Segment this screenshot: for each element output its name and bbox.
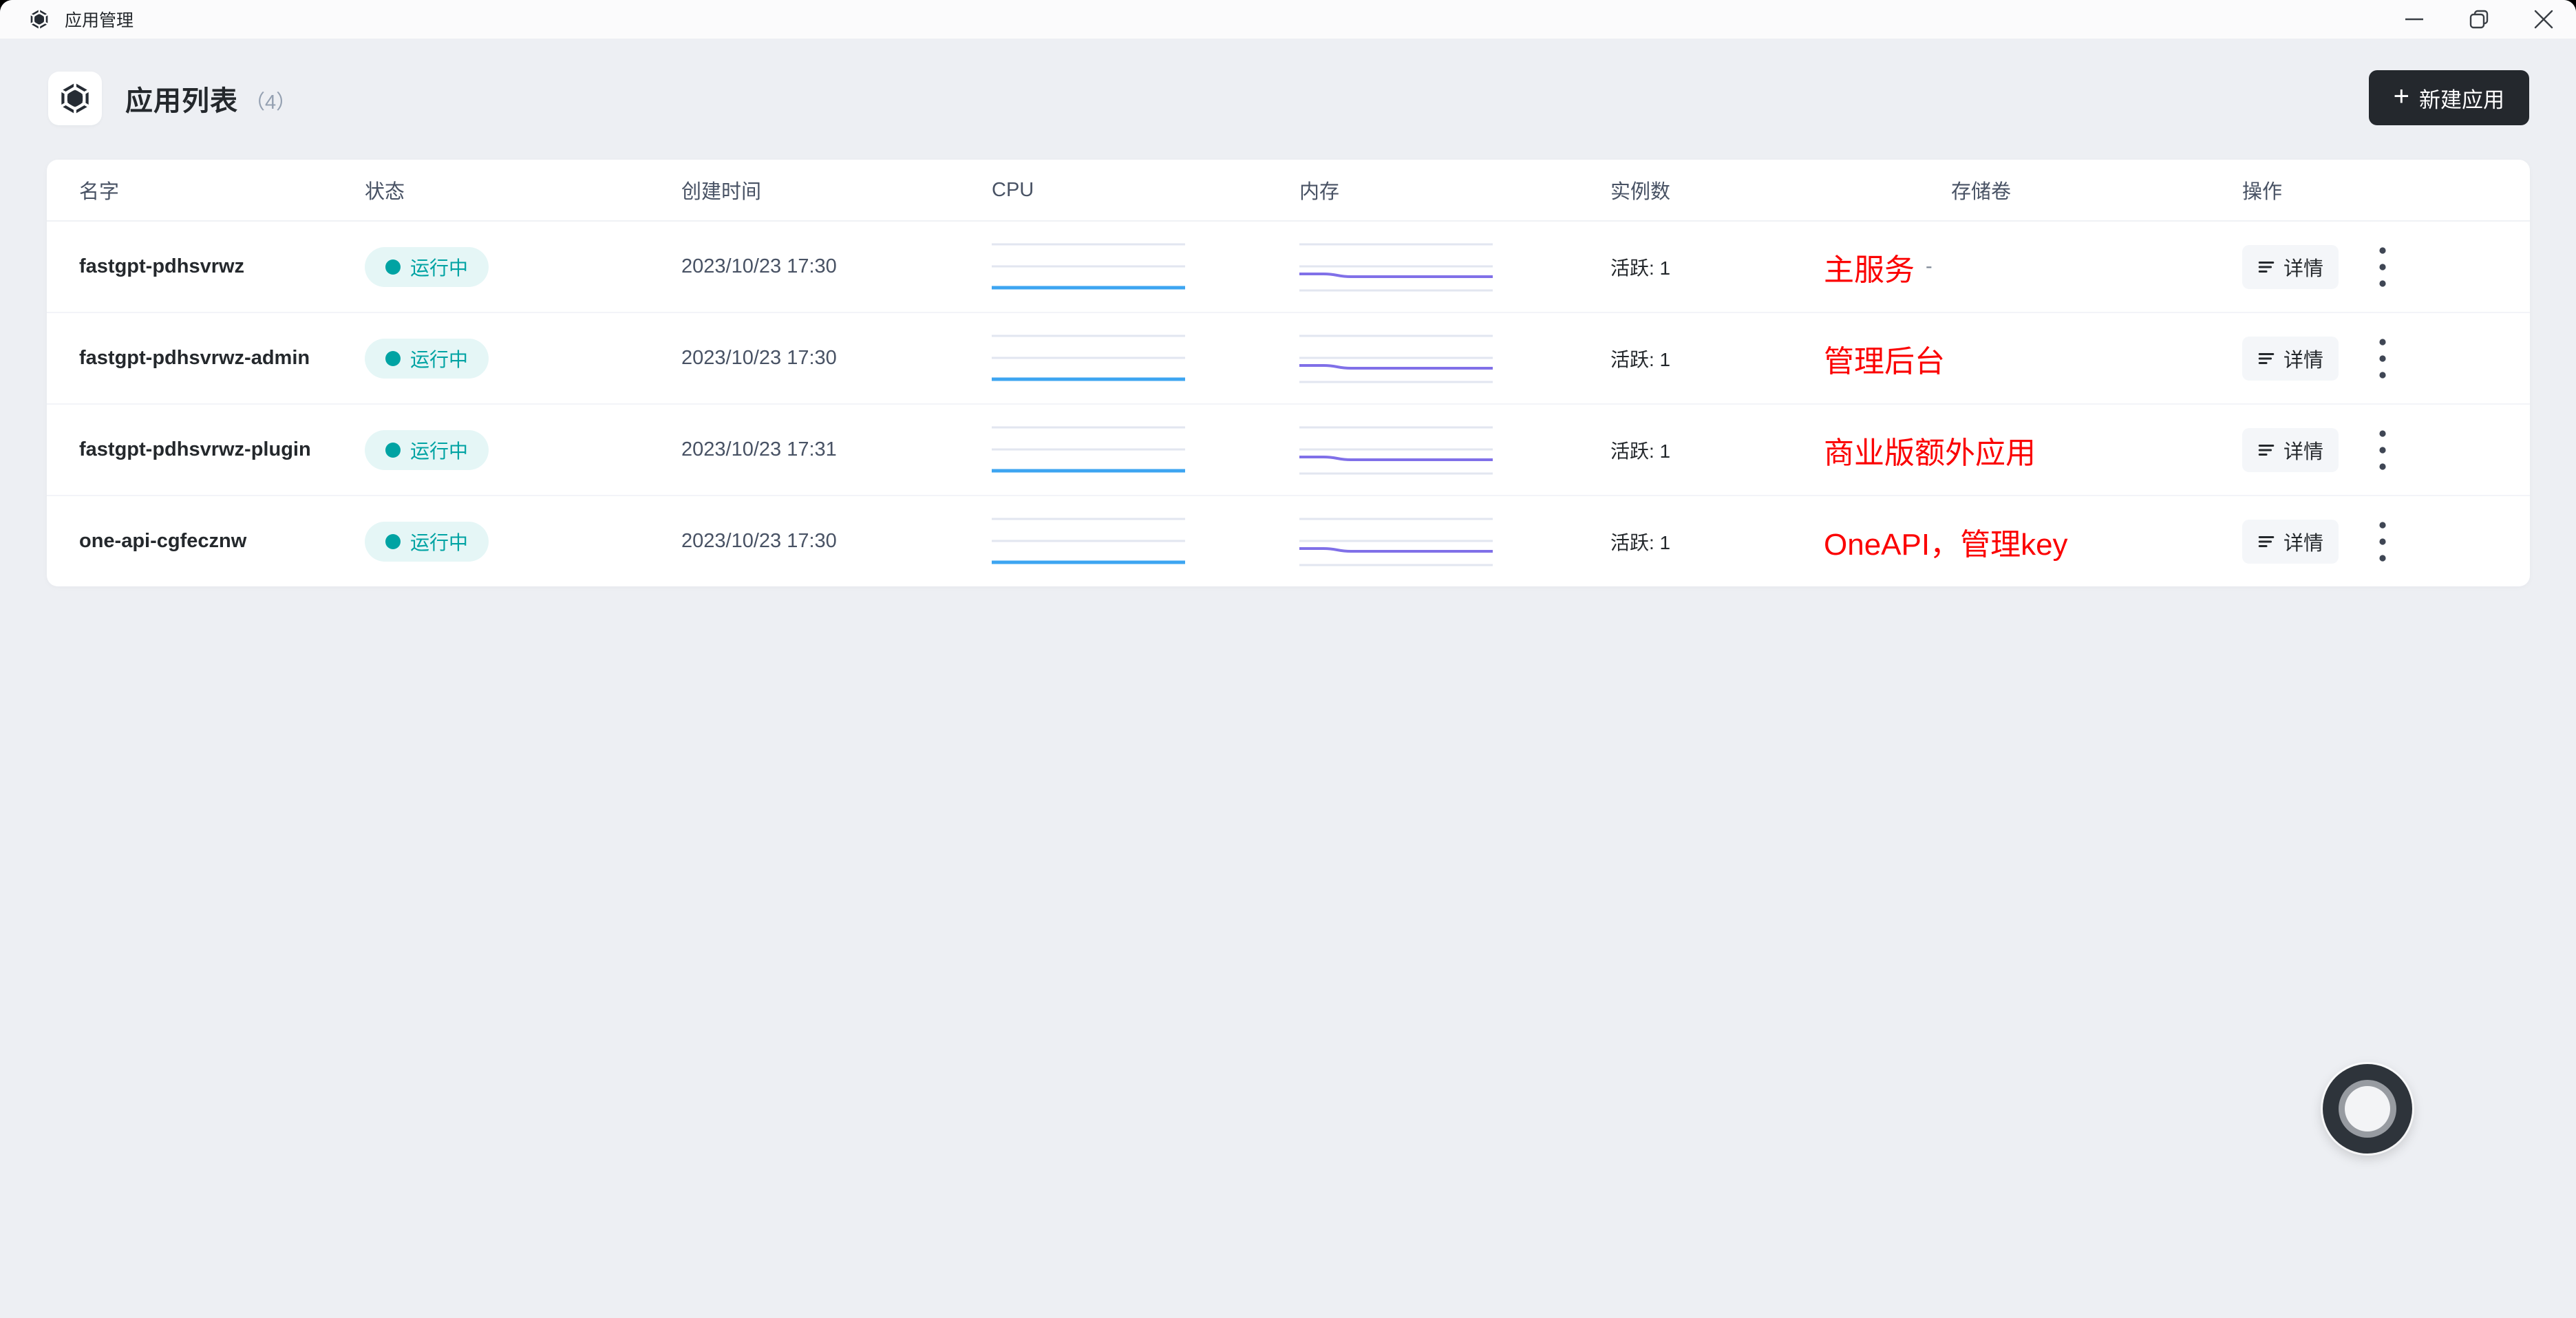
cpu-sparkline-chart [992, 425, 1185, 475]
app-name: fastgpt-pdhsvrwz-plugin [79, 438, 365, 461]
detail-button[interactable]: 详情 [2242, 337, 2339, 381]
memory-sparkline-chart [1299, 517, 1493, 566]
detail-button[interactable]: 详情 [2242, 520, 2339, 564]
app-gem-icon [29, 9, 50, 30]
close-icon [2533, 9, 2554, 30]
table-row: fastgpt-pdhsvrwz-admin 运行中 2023/10/23 17… [47, 313, 2530, 405]
status-label: 运行中 [410, 528, 468, 555]
instance-count: 活跃: 1 [1610, 253, 1824, 281]
created-time: 2023/10/23 17:30 [681, 255, 992, 278]
detail-button-label: 详情 [2284, 253, 2323, 281]
status-dot-icon [385, 443, 401, 458]
table-row: one-api-cgfecznw 运行中 2023/10/23 17:30 活跃… [47, 496, 2530, 586]
col-header-created: 创建时间 [681, 176, 992, 204]
status-badge: 运行中 [365, 430, 489, 470]
memory-sparkline-chart [1299, 242, 1493, 292]
row-menu-button[interactable] [2374, 516, 2391, 567]
app-window: 应用管理 [0, 0, 2576, 1318]
row-menu-button[interactable] [2374, 333, 2391, 384]
red-annotation: 主服务 [1824, 245, 1915, 289]
page-header: 应用列表 （4） [48, 72, 296, 125]
instance-count: 活跃: 1 [1610, 436, 1824, 464]
app-name: fastgpt-pdhsvrwz [79, 255, 365, 278]
status-dot-icon [385, 534, 401, 549]
detail-lines-icon [2257, 441, 2275, 459]
red-annotation: 商业版额外应用 [1824, 428, 2036, 472]
instance-count: 活跃: 1 [1610, 345, 1824, 372]
detail-lines-icon [2257, 533, 2275, 551]
detail-button-label: 详情 [2284, 527, 2323, 556]
status-badge: 运行中 [365, 522, 489, 562]
app-list-iconbox [48, 72, 102, 125]
assistant-ring [2339, 1080, 2396, 1138]
memory-sparkline-chart [1299, 425, 1493, 475]
close-button[interactable] [2511, 0, 2576, 39]
col-header-actions: 操作 [2242, 176, 2530, 204]
created-time: 2023/10/23 17:31 [681, 438, 992, 461]
red-annotation: 管理后台 [1824, 337, 1945, 381]
red-annotation: OneAPI，管理key [1824, 520, 2068, 564]
new-app-button[interactable]: + 新建应用 [2369, 70, 2529, 125]
detail-button[interactable]: 详情 [2242, 428, 2339, 472]
detail-button[interactable]: 详情 [2242, 245, 2339, 289]
col-header-instances: 实例数 [1610, 176, 1824, 204]
col-header-status: 状态 [365, 176, 681, 204]
col-header-storage: 存储卷 [1824, 176, 2242, 204]
assistant-core [2345, 1086, 2390, 1131]
plus-icon: + [2394, 83, 2409, 110]
created-time: 2023/10/23 17:30 [681, 347, 992, 370]
storage-value: - [1926, 255, 1933, 278]
status-label: 运行中 [410, 436, 468, 464]
kebab-menu-icon [2378, 246, 2387, 288]
table-row: fastgpt-pdhsvrwz 运行中 2023/10/23 17:30 活跃… [47, 222, 2530, 313]
gem-icon [58, 82, 92, 115]
status-label: 运行中 [410, 253, 468, 281]
table-row: fastgpt-pdhsvrwz-plugin 运行中 2023/10/23 1… [47, 405, 2530, 496]
app-name: one-api-cgfecznw [79, 530, 365, 553]
detail-button-label: 详情 [2284, 344, 2323, 373]
minimize-icon [2404, 9, 2425, 30]
memory-sparkline-chart [1299, 334, 1493, 383]
restore-icon [2469, 9, 2489, 30]
status-badge: 运行中 [365, 339, 489, 379]
page-title: 应用列表 [125, 78, 238, 118]
kebab-menu-icon [2378, 429, 2387, 471]
detail-button-label: 详情 [2284, 436, 2323, 465]
instance-count: 活跃: 1 [1610, 528, 1824, 555]
created-time: 2023/10/23 17:30 [681, 530, 992, 553]
app-name: fastgpt-pdhsvrwz-admin [79, 347, 365, 370]
floating-assistant-button[interactable] [2323, 1064, 2412, 1154]
window-title: 应用管理 [65, 7, 134, 32]
restore-button[interactable] [2447, 0, 2511, 39]
col-header-memory: 内存 [1299, 176, 1610, 204]
app-table: 名字 状态 创建时间 CPU 内存 实例数 存储卷 操作 fastgpt-pdh… [47, 160, 2530, 586]
kebab-menu-icon [2378, 520, 2387, 563]
title-bar: 应用管理 [0, 0, 2576, 39]
row-menu-button[interactable] [2374, 425, 2391, 476]
minimize-button[interactable] [2382, 0, 2447, 39]
status-dot-icon [385, 351, 401, 366]
row-menu-button[interactable] [2374, 242, 2391, 293]
detail-lines-icon [2257, 258, 2275, 276]
status-dot-icon [385, 259, 401, 275]
detail-lines-icon [2257, 350, 2275, 368]
cpu-sparkline-chart [992, 242, 1185, 292]
app-count-badge: （4） [245, 86, 296, 115]
kebab-menu-icon [2378, 337, 2387, 380]
new-app-button-label: 新建应用 [2419, 83, 2504, 114]
status-label: 运行中 [410, 345, 468, 372]
cpu-sparkline-chart [992, 334, 1185, 383]
col-header-cpu: CPU [992, 179, 1299, 202]
table-header-row: 名字 状态 创建时间 CPU 内存 实例数 存储卷 操作 [47, 160, 2530, 222]
col-header-name: 名字 [79, 176, 365, 204]
status-badge: 运行中 [365, 247, 489, 287]
cpu-sparkline-chart [992, 517, 1185, 566]
